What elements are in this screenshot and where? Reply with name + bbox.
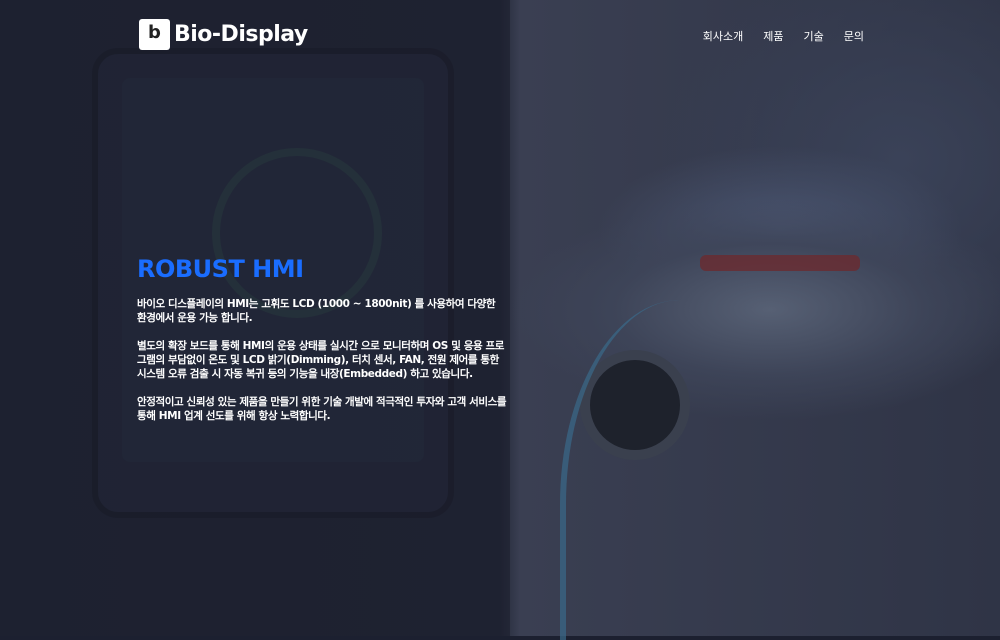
hero-content: ROBUST HMI 바이오 디스플레이의 HMI는 고휘도 LCD (1000… (137, 255, 507, 437)
header: Bio-Display 회사소개 제품 기술 문의 (0, 0, 1000, 70)
paragraph-3: 안정적이고 신뢰성 있는 제품을 만들기 위한 기술 개발에 적극적인 투자와 … (137, 396, 507, 422)
paragraph-1: 바이오 디스플레이의 HMI는 고휘도 LCD (1000 ~ 1800nit)… (137, 298, 496, 324)
hero-title: ROBUST HMI (137, 255, 304, 283)
paragraph-2: 별도의 확장 보드를 통해 HMI의 운용 상태를 실시간 으로 모니터하며 O… (137, 340, 505, 380)
logo[interactable]: Bio-Display (139, 19, 308, 50)
nav-contact[interactable]: 문의 (844, 28, 864, 44)
tail-light-image (700, 255, 860, 271)
logo-icon (139, 19, 170, 50)
nav-company[interactable]: 회사소개 (703, 28, 743, 44)
main-nav: 회사소개 제품 기술 문의 (703, 28, 864, 44)
nav-products[interactable]: 제품 (763, 28, 783, 44)
nav-technology[interactable]: 기술 (804, 28, 824, 44)
logo-text: Bio-Display (174, 22, 308, 47)
